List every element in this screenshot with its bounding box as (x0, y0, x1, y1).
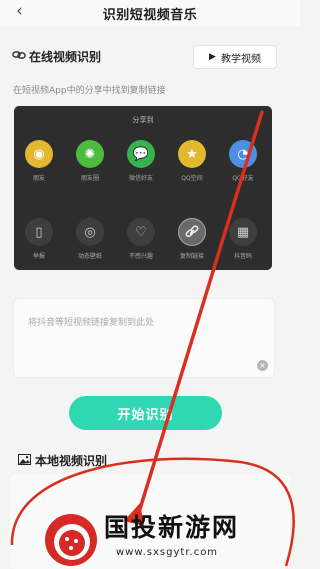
link-icon (178, 218, 206, 246)
qq-icon: ◔ (229, 140, 257, 168)
tutorial-video-button[interactable]: ▶ 教学视频 (193, 45, 277, 69)
moments-icon: ✺ (76, 140, 104, 168)
online-section-label: 在线视频识别 (12, 48, 101, 65)
share-item-wallpaper: ◎ 动态壁纸 (71, 218, 109, 260)
link-icon (12, 49, 26, 65)
share-item-dislike: ♡ 不感兴趣 (122, 218, 160, 260)
wallpaper-icon: ◎ (76, 218, 104, 246)
qzone-icon: ★ (178, 140, 206, 168)
share-item-copy-link: 复制链接 (173, 218, 211, 260)
share-item-qq: ◔ QQ好友 (224, 140, 262, 182)
share-item-friends: ◉ 朋友 (20, 140, 58, 182)
video-link-input[interactable]: 将抖音等短视频链接复制到此处 × (13, 298, 275, 378)
qrcode-icon: ▦ (229, 218, 257, 246)
watermark-logo (45, 514, 97, 566)
clear-icon[interactable]: × (257, 360, 268, 371)
wechat-icon: 💬 (127, 140, 155, 168)
share-item-report: ▯ 举报 (20, 218, 58, 260)
video-link-placeholder: 将抖音等短视频链接复制到此处 (28, 318, 155, 328)
report-icon: ▯ (25, 218, 53, 246)
watermark-url: www.sxsgytr.com (116, 547, 219, 558)
start-recognition-button[interactable]: 开始识别 (69, 396, 222, 430)
dislike-icon: ♡ (127, 218, 155, 246)
play-icon: ▶ (209, 52, 216, 62)
share-panel-title: 分享到 (132, 116, 154, 124)
header-bar: ‹ 识别短视频音乐 (0, 0, 300, 26)
friends-icon: ◉ (25, 140, 53, 168)
copy-link-hint: 在短视频App中的分享中找到复制链接 (13, 86, 166, 96)
share-item-qzone: ★ QQ空间 (173, 140, 211, 182)
online-section-title: 在线视频识别 (29, 50, 102, 64)
share-item-qrcode: ▦ 抖音码 (224, 218, 262, 260)
page-title: 识别短视频音乐 (102, 8, 198, 23)
watermark-title: 国投新游网 (104, 513, 240, 542)
image-icon (18, 453, 31, 468)
share-panel-screenshot: 分享到 ◉ 朋友 ✺ 朋友圈 💬 微信好友 ★ QQ空间 ◔ QQ好友 ▯ 举报… (14, 106, 272, 270)
share-item-moments: ✺ 朋友圈 (71, 140, 109, 182)
local-section-label: 本地视频识别 (18, 452, 107, 469)
share-item-wechat: 💬 微信好友 (122, 140, 160, 182)
tutorial-video-label: 教学视频 (220, 53, 261, 65)
local-section-title: 本地视频识别 (35, 454, 108, 468)
app-screen: ‹ 识别短视频音乐 在线视频识别 ▶ 教学视频 在短视频App中的分享中找到复制… (0, 0, 300, 569)
